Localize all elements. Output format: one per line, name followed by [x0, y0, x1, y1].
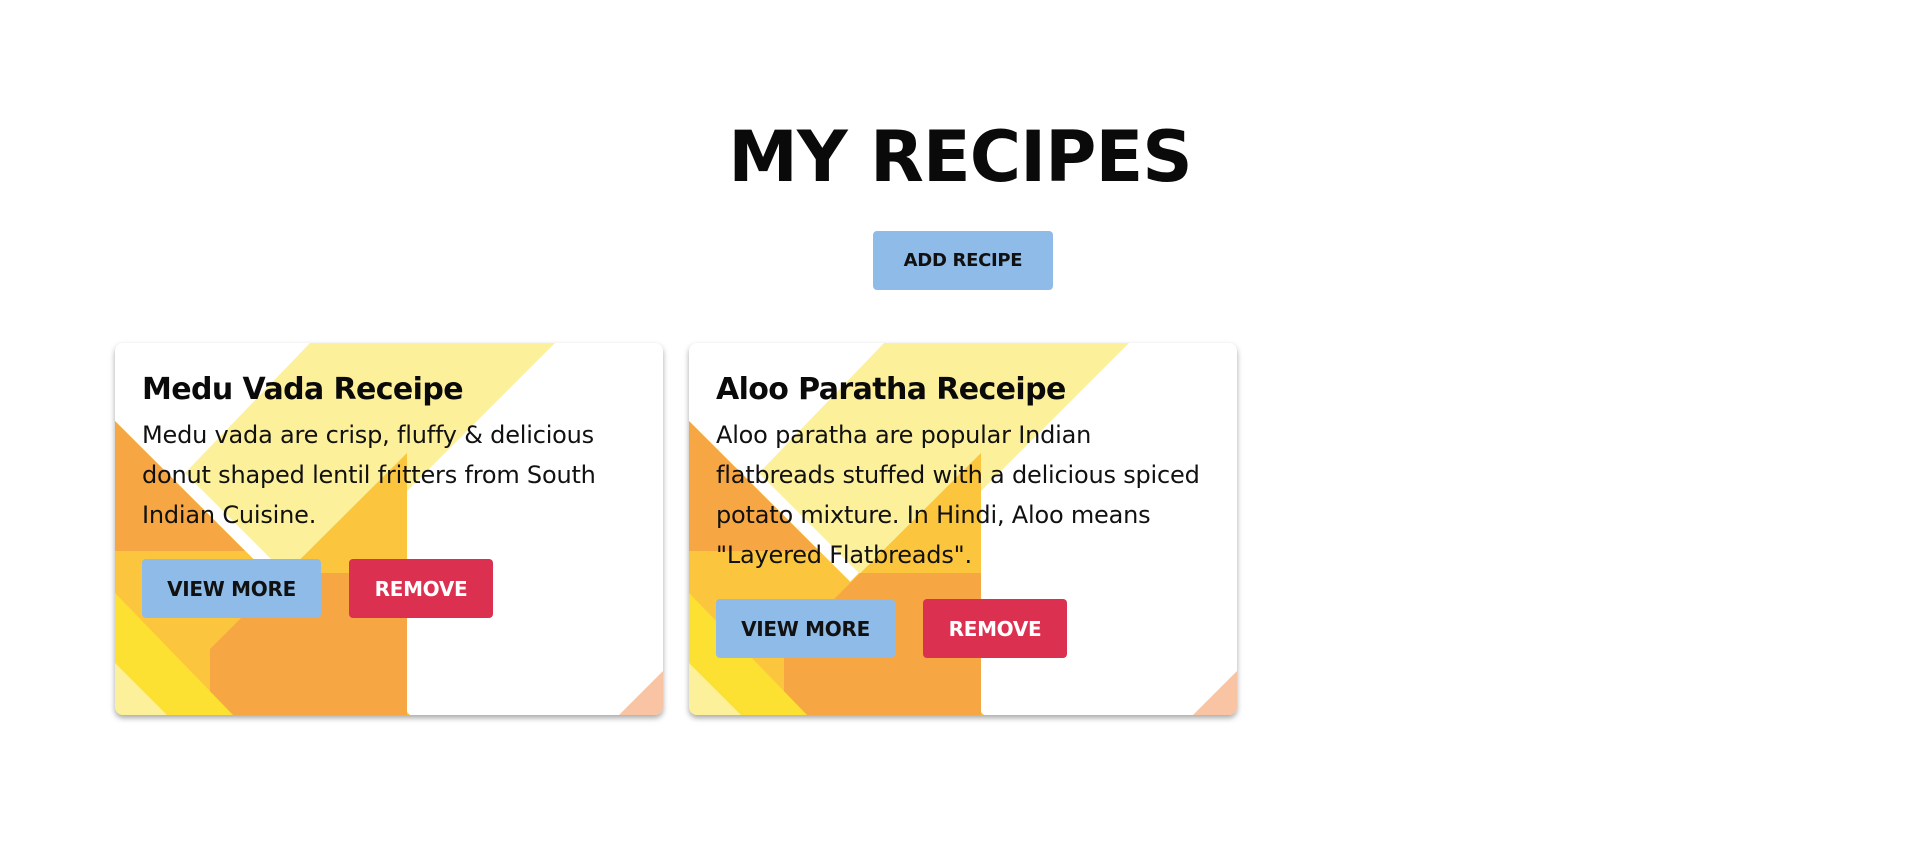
card-actions: VIEW MORE REMOVE: [716, 599, 1207, 658]
page: MY RECIPES ADD RECIPE Medu Vada Receipe …: [0, 0, 1920, 854]
recipe-card-aloo-paratha: Aloo Paratha Receipe Aloo paratha are po…: [689, 343, 1237, 715]
add-recipe-button[interactable]: ADD RECIPE: [873, 231, 1053, 290]
pattern-peach-corner: [619, 671, 663, 715]
view-more-button[interactable]: VIEW MORE: [142, 559, 321, 618]
pattern-peach-corner: [1193, 671, 1237, 715]
card-description: Aloo paratha are popular Indian flatbrea…: [716, 421, 1200, 569]
card-actions: VIEW MORE REMOVE: [142, 559, 633, 618]
card-content: Medu Vada Receipe Medu vada are crisp, f…: [142, 371, 633, 618]
remove-button[interactable]: REMOVE: [923, 599, 1067, 658]
view-more-button[interactable]: VIEW MORE: [716, 599, 895, 658]
card-title: Medu Vada Receipe: [142, 372, 464, 407]
remove-button[interactable]: REMOVE: [349, 559, 493, 618]
card-title: Aloo Paratha Receipe: [716, 372, 1066, 407]
card-content: Aloo Paratha Receipe Aloo paratha are po…: [716, 371, 1207, 658]
card-description: Medu vada are crisp, fluffy & delicious …: [142, 421, 596, 529]
recipe-card-medu-vada: Medu Vada Receipe Medu vada are crisp, f…: [115, 343, 663, 715]
page-title: MY RECIPES: [728, 116, 1192, 198]
